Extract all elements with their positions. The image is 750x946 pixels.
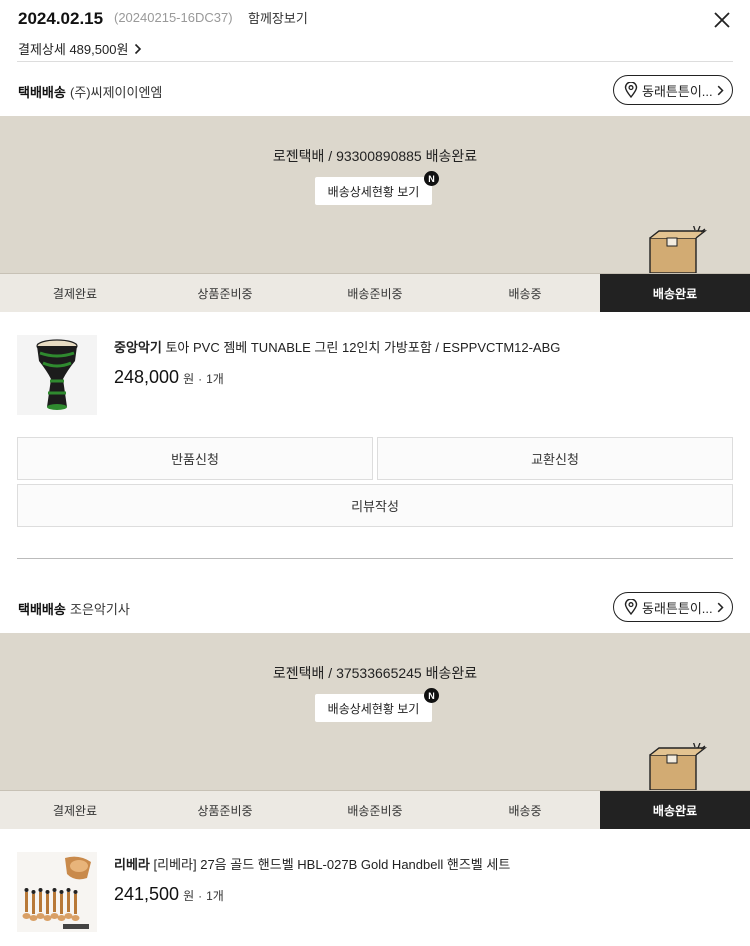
step-paid: 결제완료 bbox=[52, 803, 98, 818]
price-currency: 원 bbox=[183, 889, 195, 903]
order-date: 2024.02.15 bbox=[18, 9, 104, 28]
shipment-header: 택배배송 (주)씨제이이엔엠 동래튼튼이... bbox=[0, 62, 750, 116]
tracking-detail-button[interactable]: 배송상세현황 보기 bbox=[315, 694, 432, 722]
price-value: 248,000 bbox=[114, 367, 180, 387]
step-shipping: 배송중 bbox=[508, 803, 542, 818]
write-review-button[interactable]: 리뷰작성 bbox=[17, 484, 733, 527]
delivery-progress: 결제완료 상품준비중 배송준비중 배송중 배송완료 bbox=[0, 273, 750, 312]
product-name: 토아 PVC 젬베 TUNABLE 그린 12인치 가방포함 / ESPPVCT… bbox=[161, 340, 561, 355]
seller-name: (주)씨제이이엔엠 bbox=[70, 85, 163, 100]
location-pin-icon bbox=[624, 82, 638, 98]
new-badge: N bbox=[424, 688, 439, 703]
price-currency: 원 bbox=[183, 372, 195, 386]
delivered-box-icon bbox=[649, 743, 708, 791]
seller-name: 조은악기사 bbox=[70, 602, 130, 617]
separator-dot: · bbox=[198, 372, 203, 386]
shipping-type: 택배배송 bbox=[18, 602, 66, 617]
delivery-progress: 결제완료 상품준비중 배송준비중 배송중 배송완료 bbox=[0, 790, 750, 829]
brand-name: 리베라 bbox=[114, 857, 150, 872]
step-delivered: 배송완료 bbox=[600, 791, 750, 829]
product-price: 241,500 원 · 1개 bbox=[114, 884, 224, 905]
product-name: [리베라] 27음 골드 핸드벨 HBL-027B Gold Handbell … bbox=[149, 857, 511, 872]
separator-dot: · bbox=[198, 889, 203, 903]
step-preparing-product: 상품준비중 bbox=[197, 803, 253, 818]
order-number: (20240215-16DC37) bbox=[114, 10, 233, 25]
order-header: 2024.02.15 (20240215-16DC37) 함께장보기 결제상세 … bbox=[0, 0, 750, 62]
payment-detail-link[interactable]: 결제상세 489,500원 bbox=[18, 39, 142, 58]
delivery-address-button[interactable]: 동래튼튼이... bbox=[613, 75, 733, 105]
tracking-panel: 로젠택배 / 93300890885 배송완료 배송상세현황 보기 N bbox=[0, 116, 750, 274]
tracking-status: 로젠택배 / 37533665245 배송완료 bbox=[272, 665, 478, 681]
product-image-djembe[interactable] bbox=[17, 335, 97, 415]
close-icon[interactable] bbox=[710, 8, 734, 32]
payment-detail-label: 결제상세 489,500원 bbox=[18, 42, 129, 57]
chevron-right-icon bbox=[717, 602, 724, 612]
tracking-panel: 로젠택배 / 37533665245 배송완료 배송상세현황 보기 N bbox=[0, 633, 750, 791]
step-delivered: 배송완료 bbox=[600, 274, 750, 312]
price-value: 241,500 bbox=[114, 884, 180, 904]
shipment-group-1: 택배배송 (주)씨제이이엔엠 동래튼튼이... 로젠택배 / 933008908… bbox=[0, 62, 750, 559]
new-badge: N bbox=[424, 171, 439, 186]
product-title[interactable]: 리베라 [리베라] 27음 골드 핸드벨 HBL-027B Gold Handb… bbox=[114, 854, 510, 873]
product-price: 248,000 원 · 1개 bbox=[114, 367, 224, 388]
delivered-box-icon bbox=[649, 226, 708, 274]
shipping-type: 택배배송 bbox=[18, 85, 66, 100]
product-image-handbell[interactable] bbox=[17, 852, 97, 932]
together-shopping-link[interactable]: 함께장보기 bbox=[248, 8, 308, 27]
return-request-button[interactable]: 반품신청 bbox=[17, 437, 373, 480]
step-preparing-shipment: 배송준비중 bbox=[347, 803, 403, 818]
chevron-right-icon bbox=[717, 85, 724, 95]
product-item[interactable]: 리베라 [리베라] 27음 골드 핸드벨 HBL-027B Gold Handb… bbox=[0, 829, 750, 939]
section-divider bbox=[17, 558, 733, 559]
step-preparing-product: 상품준비중 bbox=[197, 286, 253, 301]
step-paid: 결제완료 bbox=[52, 286, 98, 301]
chevron-right-icon bbox=[135, 43, 142, 54]
product-quantity: 1개 bbox=[206, 372, 224, 386]
location-pin-icon bbox=[624, 599, 638, 615]
step-shipping: 배송중 bbox=[508, 286, 542, 301]
product-quantity: 1개 bbox=[206, 889, 224, 903]
product-title[interactable]: 중앙악기 토아 PVC 젬베 TUNABLE 그린 12인치 가방포함 / ES… bbox=[114, 337, 560, 356]
address-label: 동래튼튼이... bbox=[642, 83, 713, 99]
tracking-detail-button[interactable]: 배송상세현황 보기 bbox=[315, 177, 432, 205]
product-item[interactable]: 중앙악기 토아 PVC 젬베 TUNABLE 그린 12인치 가방포함 / ES… bbox=[0, 312, 750, 422]
address-label: 동래튼튼이... bbox=[642, 600, 713, 616]
shipment-header: 택배배송 조은악기사 동래튼튼이... bbox=[0, 579, 750, 633]
shipment-group-2: 택배배송 조은악기사 동래튼튼이... 로젠택배 / 37533665245 배… bbox=[0, 579, 750, 946]
exchange-request-button[interactable]: 교환신청 bbox=[377, 437, 733, 480]
tracking-status: 로젠택배 / 93300890885 배송완료 bbox=[272, 148, 478, 164]
delivery-address-button[interactable]: 동래튼튼이... bbox=[613, 592, 733, 622]
brand-name: 중앙악기 bbox=[114, 340, 162, 355]
step-preparing-shipment: 배송준비중 bbox=[347, 286, 403, 301]
